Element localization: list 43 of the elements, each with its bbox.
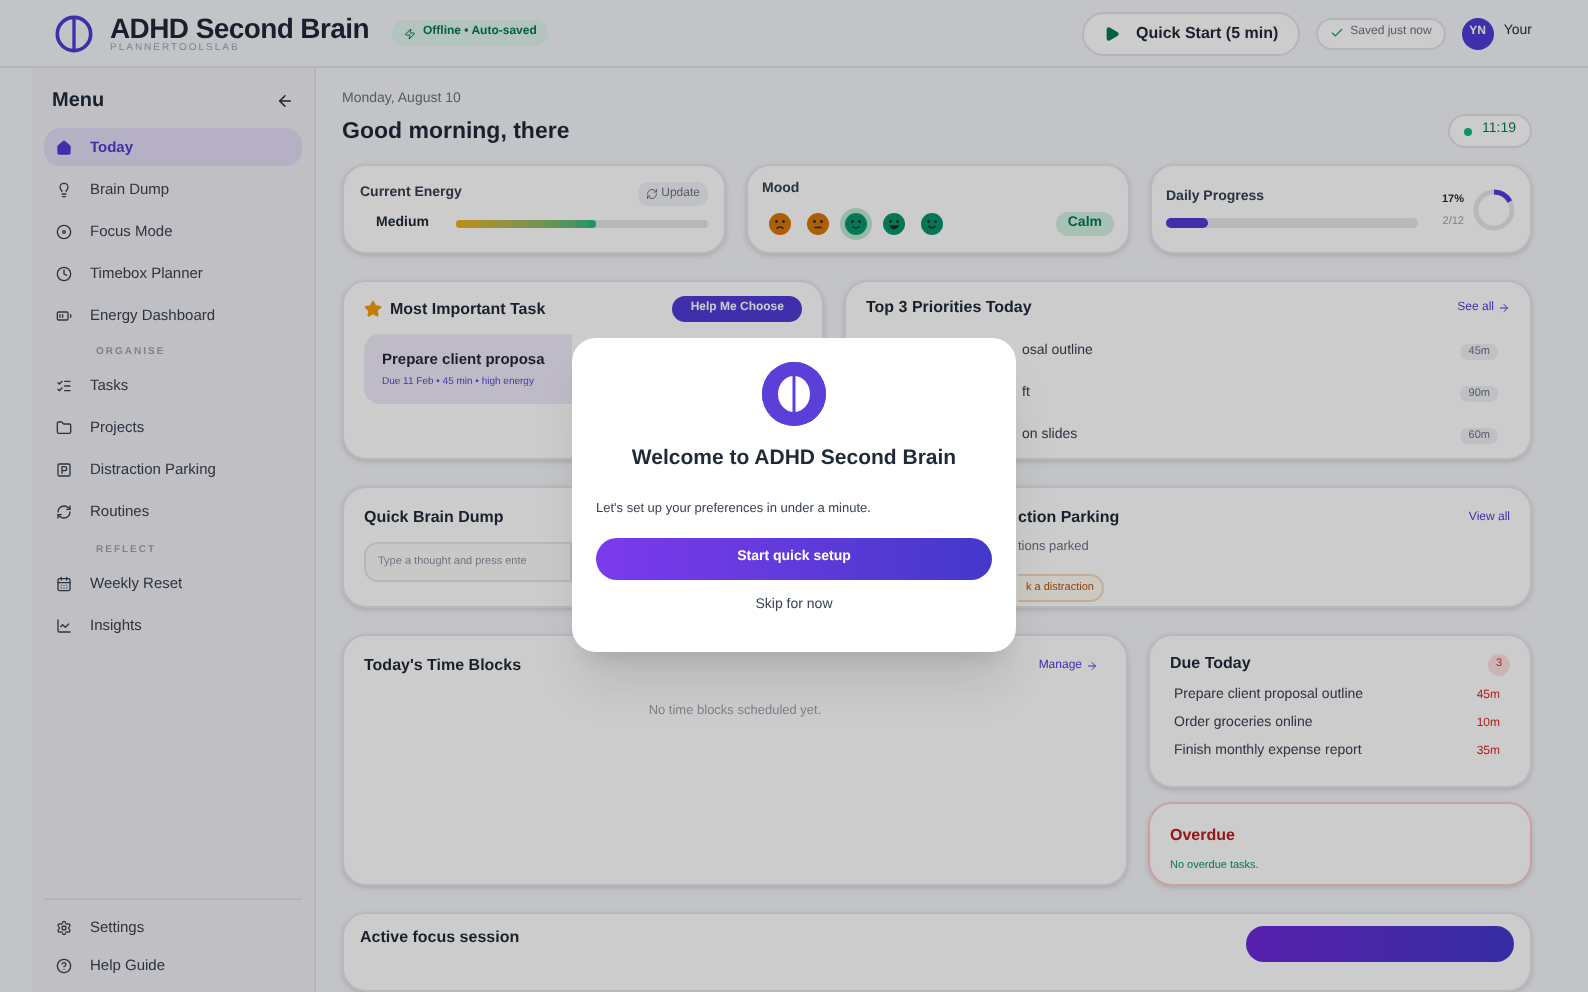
quick-start-button[interactable]: Quick Start (5 min) xyxy=(1082,11,1301,55)
folder-icon xyxy=(56,420,72,436)
parking-icon xyxy=(56,462,72,478)
refresh-icon xyxy=(56,504,72,520)
card-title: Quick Brain Dump xyxy=(364,506,504,531)
house-icon xyxy=(56,139,72,155)
card-title: Top 3 Priorities Today xyxy=(866,296,1032,321)
lightbulb-icon xyxy=(56,181,72,197)
arrow-right-icon xyxy=(1498,302,1510,315)
card-title: Overdue xyxy=(1170,824,1237,849)
mood-face-icon[interactable] xyxy=(882,212,906,236)
help-icon xyxy=(56,957,72,973)
card-title: ction Parking xyxy=(1018,506,1120,531)
menu-title: Menu xyxy=(52,88,105,116)
chart-icon xyxy=(56,617,72,633)
dialog-title: Welcome to ADHD Second Brain xyxy=(631,444,957,474)
calendar-icon xyxy=(56,575,72,591)
target-icon xyxy=(56,223,72,239)
brain-logo-icon xyxy=(54,13,94,53)
clock-icon xyxy=(56,265,72,281)
card-title: Today's Time Blocks xyxy=(364,654,522,679)
card-title: Due Today xyxy=(1170,652,1251,677)
battery-icon xyxy=(56,307,72,323)
arrow-right-icon xyxy=(1086,660,1098,673)
card-title: Most Important Task xyxy=(390,297,546,322)
list-icon xyxy=(56,378,72,394)
check-icon xyxy=(1330,26,1345,40)
play-icon xyxy=(1104,25,1121,41)
mood-face-icon[interactable] xyxy=(768,212,792,236)
settings-icon xyxy=(56,919,72,935)
collapse-arrow-icon[interactable] xyxy=(276,92,294,110)
star-icon xyxy=(364,300,382,319)
brain-logo-icon xyxy=(762,362,826,426)
focus-action-button[interactable] xyxy=(1246,926,1514,962)
mood-face-icon[interactable] xyxy=(844,212,868,236)
mood-face-icon[interactable] xyxy=(920,212,944,236)
progress-ring-icon xyxy=(1472,187,1516,232)
refresh-icon xyxy=(645,188,658,200)
bolt-icon xyxy=(404,27,417,39)
app-title: ADHD Second Brain xyxy=(110,13,369,41)
mood-face-icon[interactable] xyxy=(806,212,830,236)
card-title: Active focus session xyxy=(360,926,520,950)
greeting: Good morning, there xyxy=(342,117,570,147)
